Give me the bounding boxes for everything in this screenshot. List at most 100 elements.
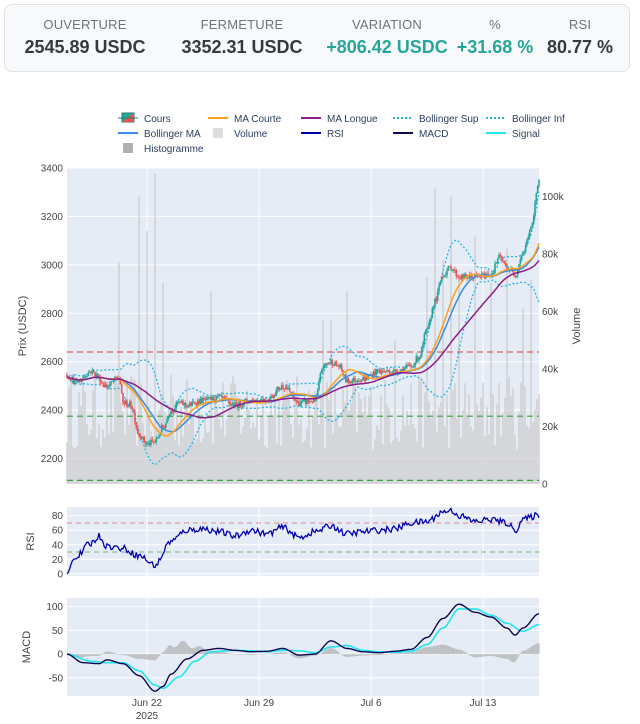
volume-bar — [346, 291, 348, 484]
candle-body — [195, 404, 198, 406]
histogram-bar — [514, 654, 516, 662]
histogram-bar — [183, 641, 185, 655]
candle-body — [303, 399, 306, 401]
legend-item[interactable]: Cours — [118, 112, 171, 125]
volume-bar — [526, 425, 528, 484]
volume-bar — [270, 402, 272, 484]
candle-body — [347, 378, 350, 383]
histogram-bar — [453, 648, 455, 655]
candle-body — [319, 373, 322, 381]
volume-bar — [154, 173, 156, 484]
legend-item[interactable]: Bollinger Inf — [486, 114, 565, 125]
candle-body — [231, 404, 234, 405]
volume-bar — [528, 428, 530, 484]
candle-body — [455, 270, 458, 277]
chart-legend[interactable]: Cours MA Courte MA Longue Bollinger Sup Boll… — [118, 112, 565, 155]
legend-item[interactable]: MA Longue — [301, 114, 378, 125]
histogram-bar — [495, 654, 497, 657]
histogram-bar — [442, 644, 444, 655]
histogram-bar — [513, 654, 515, 663]
histogram-bar — [130, 654, 132, 657]
volume-bar — [514, 434, 516, 484]
legend-item[interactable]: Histogramme — [123, 143, 204, 155]
histogram-bar — [425, 647, 427, 655]
volume-bar — [212, 443, 214, 484]
x-tick-label: Jun 29 — [244, 698, 274, 709]
candle-body — [422, 342, 424, 348]
candle-body — [438, 285, 440, 292]
volume-bar — [228, 402, 230, 484]
volume-bar — [130, 376, 132, 484]
candle-body — [336, 365, 339, 367]
candle-body — [419, 356, 422, 358]
histogram-bar — [223, 652, 225, 655]
histogram-bar — [321, 652, 323, 655]
volume-bar — [480, 397, 482, 484]
histogram-bar — [518, 654, 520, 656]
histogram-bar — [445, 645, 447, 655]
candle-body — [282, 385, 284, 389]
histogram-bar — [165, 649, 167, 655]
histogram-bar — [439, 644, 441, 655]
legend-item[interactable]: Bollinger Sup — [393, 114, 479, 125]
histogram-bar — [446, 645, 448, 655]
histogram-bar — [265, 653, 267, 655]
volume-bar — [74, 448, 76, 484]
histogram-bar — [167, 646, 169, 655]
histogram-bar — [393, 653, 395, 655]
y2-tick-label: 0 — [542, 480, 548, 491]
volume-bar — [472, 430, 474, 484]
volume-bar — [280, 445, 282, 484]
legend-item[interactable]: MACD — [393, 129, 448, 140]
candle-body — [384, 371, 387, 373]
candle-body — [242, 404, 244, 407]
volume-bar — [450, 196, 452, 484]
legend-item[interactable]: Bollinger MA — [118, 129, 201, 140]
volume-bar — [224, 436, 226, 484]
legend-item[interactable]: RSI — [301, 129, 344, 140]
volume-bar — [384, 379, 386, 484]
histogram-bar — [241, 654, 243, 655]
histogram-bar — [157, 654, 159, 659]
volume-bar — [524, 386, 526, 484]
histogram-bar — [427, 647, 429, 655]
candle-body — [138, 433, 140, 436]
histogram-bar — [110, 651, 112, 655]
candle-body — [360, 379, 363, 382]
volume-bar — [160, 396, 162, 484]
candle-body — [479, 276, 482, 278]
legend-swatch — [123, 143, 133, 153]
volume-bar — [98, 424, 100, 484]
candle-body — [363, 377, 366, 381]
y-tick-label: 50 — [52, 626, 64, 637]
histogram-bar — [91, 654, 93, 657]
histogram-bar — [378, 654, 380, 656]
volume-bar — [432, 410, 434, 484]
legend-item[interactable]: MA Courte — [208, 114, 282, 125]
volume-bar — [182, 436, 184, 484]
volume-bar — [112, 431, 114, 484]
histogram-bar — [346, 654, 348, 657]
candle-body — [459, 278, 462, 280]
legend-item[interactable]: Signal — [486, 129, 540, 140]
histogram-bar — [257, 654, 259, 655]
histogram-bar — [271, 653, 273, 655]
histogram-bar — [254, 654, 256, 655]
volume-bar — [254, 427, 256, 484]
volume-bar — [516, 449, 518, 484]
volume-bar — [176, 409, 178, 484]
candle-body — [108, 384, 111, 387]
y-tick-label: 2200 — [41, 454, 64, 465]
candle-body — [515, 275, 518, 278]
volume-bar — [110, 381, 112, 484]
volume-bar — [312, 415, 314, 484]
volume-bar — [84, 391, 86, 484]
volume-bar — [328, 399, 330, 484]
legend-item[interactable]: Volume — [213, 128, 268, 140]
histogram-bar — [255, 654, 257, 655]
candle-body — [456, 276, 459, 278]
legend-label: Signal — [512, 129, 540, 140]
histogram-bar — [238, 654, 240, 655]
volume-bar — [448, 447, 450, 484]
histogram-bar — [243, 654, 245, 655]
